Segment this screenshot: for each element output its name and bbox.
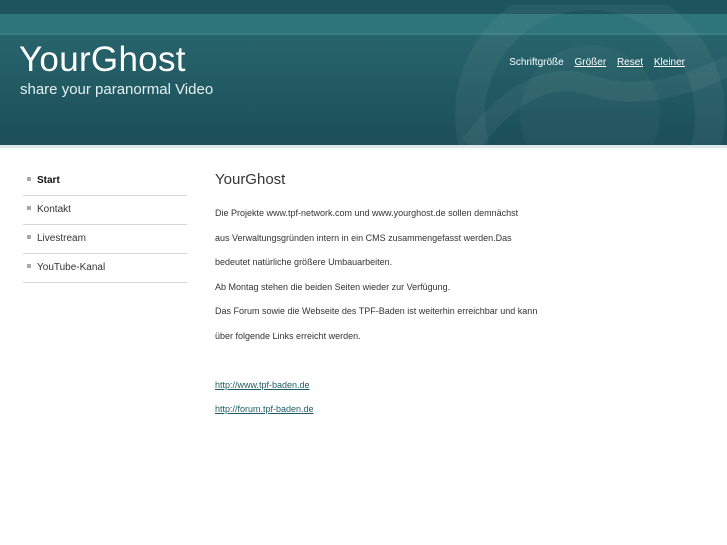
content-heading: YourGhost [215,171,286,188]
content-line: Das Forum sowie die Webseite des TPF-Bad… [215,306,538,316]
site-subtitle: share your paranormal Video [20,81,214,98]
bullet-icon [27,177,31,182]
nav-item-start[interactable]: Start [23,167,187,196]
link-row: http://forum.tpf-baden.de [215,397,695,422]
content-line: bedeutet natürliche größere Umbauarbeite… [215,257,393,267]
bullet-icon [27,206,31,211]
link-row: http://www.tpf-baden.de [215,373,695,398]
nav-item-youtube-kanal[interactable]: YouTube-Kanal [23,254,187,283]
content-line: über folgende Links erreicht werden. [215,330,361,341]
content-line: aus Verwaltungsgründen intern in ein CMS… [215,232,512,243]
font-bigger-link[interactable]: Größer [575,57,607,68]
content-line: Ab Montag stehen die beiden Seiten wiede… [215,281,451,292]
tpf-baden-link[interactable]: http://www.tpf-baden.de [215,380,310,390]
site-title: YourGhost [19,40,186,79]
nav-item-kontakt[interactable]: Kontakt [23,196,187,225]
bullet-icon [27,264,31,269]
main-content: YourGhost Die Projekte www.tpf-network.c… [215,171,695,422]
tpf-forum-link[interactable]: http://forum.tpf-baden.de [215,404,314,414]
bullet-icon [27,235,31,240]
font-size-label: Schriftgröße [509,57,564,68]
site-header: YourGhost share your paranormal Video Sc… [0,0,727,145]
content-line: Die Projekte www.tpf-network.com und www… [215,208,519,218]
font-size-controls: Schriftgröße Größer Reset Kleiner [509,57,685,68]
font-reset-link[interactable]: Reset [617,57,643,68]
nav-item-label: Start [37,175,60,186]
sidebar-nav: Start Kontakt Livestream YouTube-Kanal [23,167,187,283]
font-smaller-link[interactable]: Kleiner [654,57,685,68]
header-bottom-bar [0,145,727,148]
nav-item-livestream[interactable]: Livestream [23,225,187,254]
header-decoration-graphic [455,5,727,145]
nav-item-label: YouTube-Kanal [37,262,106,273]
nav-item-label: Kontakt [37,204,71,215]
nav-item-label: Livestream [37,233,86,244]
